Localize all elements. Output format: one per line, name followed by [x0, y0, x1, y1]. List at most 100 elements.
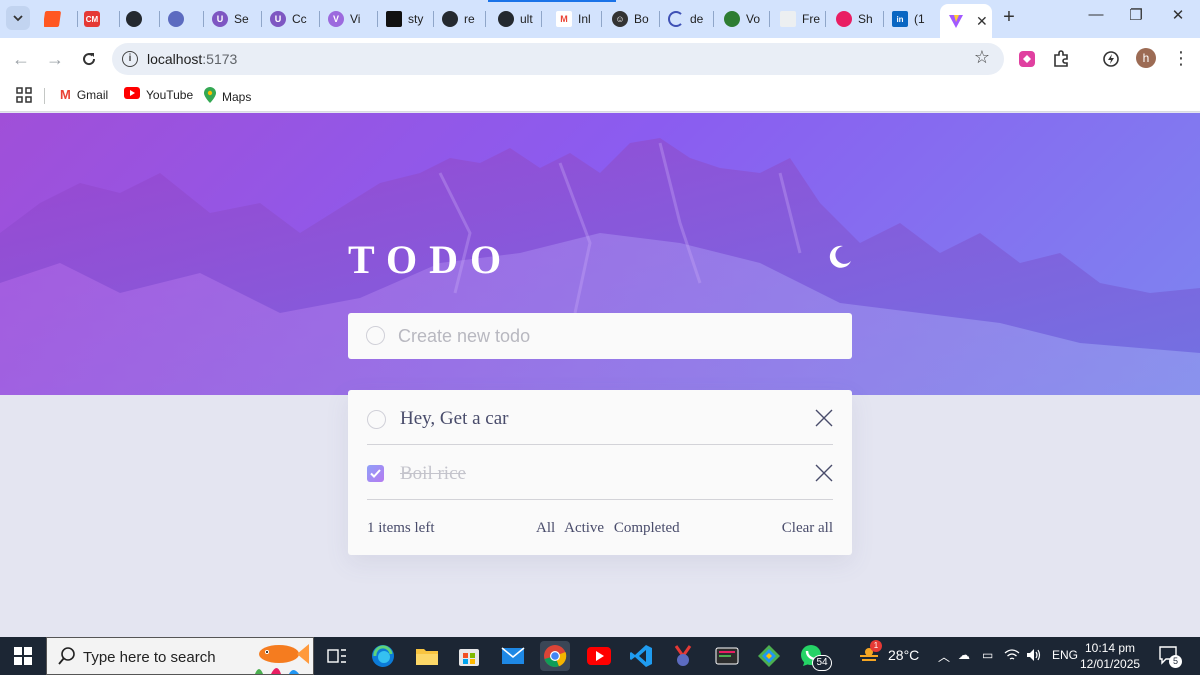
search-icon	[58, 647, 75, 665]
close-window-icon[interactable]: ✕	[1158, 6, 1198, 24]
browser-tab[interactable]: V Vi	[328, 6, 378, 32]
tab-label: ult	[520, 12, 533, 26]
browser-tabstrip: CM U Se U Cc V Vi sty re ult M Inl ☺ Bo de Vo…	[0, 0, 1200, 38]
puzzle-extensions-icon[interactable]	[1050, 48, 1072, 70]
taskbar-search-box[interactable]: Type here to search	[46, 637, 314, 675]
vscode-icon[interactable]	[626, 641, 656, 671]
bookmark-maps[interactable]: Maps	[204, 87, 251, 106]
minimize-icon[interactable]: ―	[1076, 6, 1116, 23]
tab-favicon-icon	[44, 11, 62, 27]
tab-favicon-icon: U	[212, 11, 228, 27]
tab-label: Vo	[746, 12, 761, 26]
new-todo-input[interactable]	[398, 313, 838, 359]
onedrive-cloud-icon[interactable]: ☁	[958, 648, 970, 662]
browser-tab[interactable]: U Se	[212, 6, 262, 32]
weather-widget[interactable]: 1 28°C	[858, 640, 919, 666]
weather-alert-icon: 1	[858, 640, 882, 666]
browser-tab[interactable]: U Cc	[270, 6, 320, 32]
tab-loading-indicator	[488, 0, 616, 2]
browser-tab[interactable]: Sh	[836, 6, 884, 32]
notification-count-badge: 5	[1169, 655, 1182, 668]
search-highlight-fish-icon	[255, 644, 309, 674]
delete-todo-cross-icon[interactable]	[815, 409, 833, 427]
youtube-app-icon[interactable]	[584, 641, 614, 671]
gitkraken-icon[interactable]	[754, 641, 784, 671]
close-tab-icon[interactable]: ✕	[976, 13, 988, 30]
todo-toggle-circle-icon[interactable]	[367, 410, 386, 429]
task-view-icon[interactable]	[322, 641, 352, 671]
tab-favicon-icon	[168, 11, 184, 27]
paint-app-icon[interactable]	[668, 641, 698, 671]
browser-tab[interactable]	[44, 6, 78, 32]
filter-all-button[interactable]: All	[536, 520, 555, 536]
language-indicator[interactable]: ENG	[1052, 648, 1078, 662]
new-todo-field	[348, 313, 852, 359]
loading-spinner-icon	[668, 11, 684, 27]
microsoft-store-icon[interactable]	[454, 641, 484, 671]
forward-icon[interactable]: →	[44, 48, 66, 70]
clear-all-button[interactable]: Clear all	[782, 520, 833, 537]
address-bar[interactable]: i localhost:5173 ☆	[112, 43, 1004, 75]
browser-menu-icon[interactable]: ⋮	[1172, 48, 1190, 68]
active-browser-tab[interactable]: ✕	[940, 4, 992, 38]
tab-search-button[interactable]	[6, 6, 30, 30]
bookmark-gmail[interactable]: M Gmail	[60, 87, 108, 102]
app-title: TODO	[348, 237, 514, 282]
mail-icon[interactable]	[498, 641, 528, 671]
site-info-icon[interactable]: i	[122, 51, 138, 67]
reload-icon[interactable]	[78, 48, 100, 70]
filter-active-button[interactable]: Active	[564, 520, 604, 536]
browser-tab[interactable]: sty	[386, 6, 434, 32]
tab-label: sty	[408, 12, 424, 26]
browser-tab[interactable]: ☺ Bo	[612, 6, 660, 32]
tab-label: Cc	[292, 12, 307, 26]
tab-favicon-icon: CM	[84, 11, 100, 27]
browser-tab[interactable]: CM	[84, 6, 120, 32]
file-explorer-icon[interactable]	[412, 641, 442, 671]
taskbar-clock[interactable]: 10:14 pm 12/01/2025	[1080, 640, 1140, 672]
bookmark-star-icon[interactable]: ☆	[974, 47, 990, 68]
tab-label: re	[464, 12, 475, 26]
performance-icon[interactable]	[1100, 48, 1122, 70]
tab-label: de	[690, 12, 704, 26]
browser-tab[interactable]: M Inl	[556, 6, 602, 32]
windows-start-icon[interactable]	[0, 637, 46, 675]
notification-center-icon[interactable]: 5	[1158, 645, 1182, 668]
browser-tab[interactable]	[126, 6, 160, 32]
new-tab-button[interactable]: +	[998, 6, 1020, 29]
browser-tab[interactable]: ult	[498, 6, 542, 32]
clock-date: 12/01/2025	[1080, 657, 1141, 671]
todo-text: Hey, Get a car	[400, 408, 509, 429]
bookmark-youtube[interactable]: YouTube	[124, 87, 193, 102]
profile-avatar[interactable]: h	[1136, 48, 1156, 68]
browser-tab[interactable]: in (1	[892, 6, 936, 32]
tab-label: Vi	[350, 12, 361, 26]
terminal-app-icon[interactable]	[712, 641, 742, 671]
tab-label: Fre	[802, 12, 820, 26]
todo-checked-checkbox-icon[interactable]	[367, 465, 384, 482]
extension-icon[interactable]	[1016, 48, 1038, 70]
apps-grid-icon[interactable]	[16, 87, 32, 103]
maps-icon	[204, 87, 216, 106]
browser-tab[interactable]: re	[442, 6, 486, 32]
filter-completed-button[interactable]: Completed	[614, 520, 680, 536]
show-hidden-icons-chevron-icon[interactable]: ︿	[938, 648, 950, 665]
github-icon	[126, 11, 142, 27]
browser-tab[interactable]: de	[668, 6, 714, 32]
edge-browser-icon[interactable]	[368, 641, 398, 671]
wifi-icon[interactable]	[1004, 648, 1020, 665]
browser-tab[interactable]: Fre	[780, 6, 826, 32]
moon-icon[interactable]	[825, 243, 853, 271]
browser-tab[interactable]	[168, 6, 204, 32]
gmail-icon: M	[556, 11, 572, 27]
chrome-icon[interactable]	[540, 641, 570, 671]
browser-tab[interactable]: Vo	[724, 6, 770, 32]
tab-label: (1	[914, 12, 925, 26]
back-icon[interactable]: ←	[10, 48, 32, 70]
filter-group: All Active Completed	[536, 520, 686, 537]
chevron-down-icon	[13, 15, 23, 22]
delete-todo-cross-icon[interactable]	[815, 464, 833, 482]
battery-icon[interactable]: ▭	[982, 648, 993, 662]
restore-icon[interactable]: ❐	[1116, 6, 1156, 24]
volume-icon[interactable]	[1026, 648, 1042, 665]
